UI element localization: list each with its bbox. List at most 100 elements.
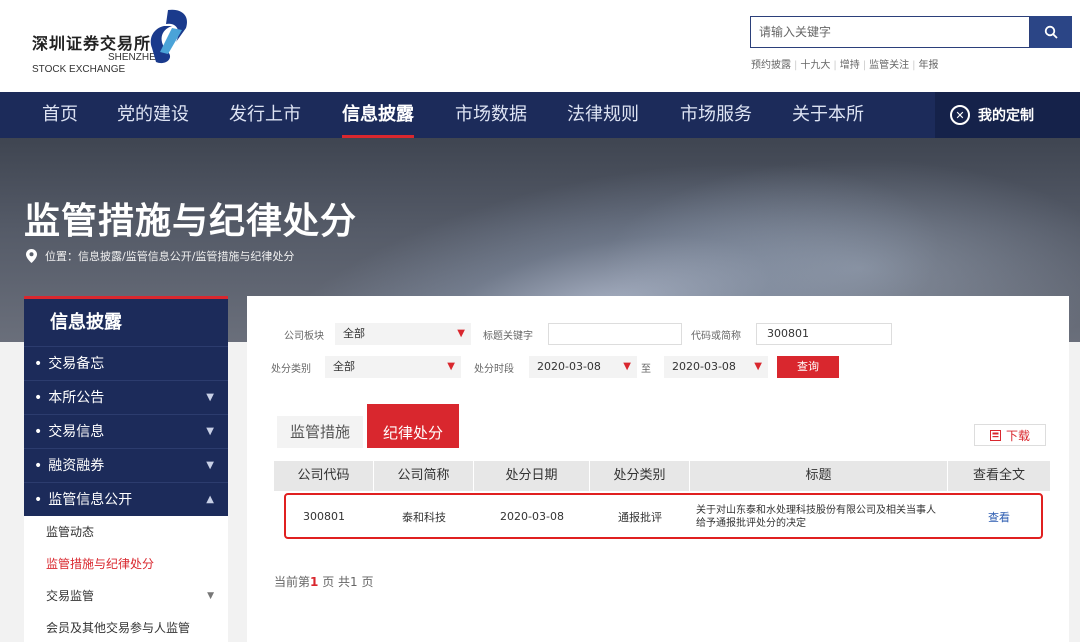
bullet: • [34,492,43,508]
pager-suffix: 页 [361,575,374,589]
nav-item-services[interactable]: 市场服务 [680,92,752,138]
column-header-view: 查看全文 [972,468,1025,483]
divider: | [833,60,837,71]
nav-item-listing[interactable]: 发行上市 [229,92,301,138]
chevron-down-icon: ▼ [206,392,214,403]
date-to-value: 2020-03-08 [672,360,736,373]
dropdown-triangle-icon: ▼ [447,361,455,372]
category-select[interactable]: 全部 ▼ [325,356,461,378]
sidebar-item-announcements[interactable]: • 本所公告 ▼ [24,380,228,414]
quick-link-yuyue[interactable]: 预约披露 [751,60,791,71]
tab-discipline[interactable]: 纪律处分 [367,404,459,448]
keyword-label: 标题关键字 [483,331,533,342]
chevron-down-icon: ▼ [207,591,214,601]
divider: | [862,60,867,71]
quick-link-jianguan[interactable]: 监管关注 [869,60,909,71]
divider: | [794,60,798,71]
download-button[interactable]: 下载 [974,424,1046,446]
date-from-value: 2020-03-08 [537,360,601,373]
pager-total: 1 [350,575,358,589]
szse-logo-mark-icon [150,9,188,64]
cell-category: 通报批评 [618,510,662,524]
sidebar-item-label: 融资融券 [48,458,105,474]
breadcrumb-text[interactable]: 位置：信息披露/监管信息公开/监管措施与纪律处分 [45,248,294,264]
category-select-value: 全部 [333,360,355,373]
sidebar-subitem-member-supervision[interactable]: 会员及其他交易参与人监管 [24,612,228,642]
sidebar-item-label: 本所公告 [48,390,105,406]
cell-code: 300801 [303,510,345,523]
sidebar-item-label: 交易备忘 [48,356,105,372]
site-header: 深圳证券交易所 SHENZHEN STOCK EXCHANGE 预约披露|十九大… [0,0,1080,92]
table-row: 300801 泰和科技 2020-03-08 通报批评 关于对山东泰和水处理科技… [274,495,1050,538]
board-label: 公司板块 [284,331,324,342]
query-button[interactable]: 查询 [777,356,839,378]
quick-link-nianbao[interactable]: 年报 [919,60,939,71]
chevron-down-icon: ▼ [206,460,214,471]
page-title: 监管措施与纪律处分 [24,201,358,242]
bullet: • [34,458,43,474]
column-header-code: 公司代码 [274,461,374,491]
table-header: 公司代码 公司简称 处分日期 处分类别 标题 查看全文 [274,461,1050,491]
sidebar-subitem-trading-supervision[interactable]: 交易监管 ▼ [24,580,228,612]
cell-date: 2020-03-08 [500,510,564,523]
nav-item-market-data[interactable]: 市场数据 [455,92,527,138]
sidebar: 信息披露 • 交易备忘 • 本所公告 ▼ • 交易信息 ▼ • 融资融券 ▼ • 监管信息… [24,296,228,642]
date-from-select[interactable]: 2020-03-08 ▼ [529,356,637,378]
download-icon [989,429,1001,441]
pager-mid: 页 共 [322,575,351,589]
keyword-input[interactable] [548,323,682,345]
dropdown-triangle-icon: ▼ [754,361,762,372]
nav-item-disclosure[interactable]: 信息披露 [342,92,414,138]
nav-item-home[interactable]: 首页 [42,92,78,138]
bullet: • [34,390,43,406]
sidebar-item-trading-memo[interactable]: • 交易备忘 [24,346,228,380]
quick-links: 预约披露 | 十九大 | 增持 | 监管关注 | 年报 [751,56,939,71]
bullet: • [34,356,43,372]
to-label: 至 [641,364,651,375]
search-icon [1044,25,1058,39]
download-label: 下载 [1005,428,1030,443]
code-label: 代码或简称 [691,331,741,342]
category-label: 处分类别 [271,364,311,375]
sidebar-item-margin-trading[interactable]: • 融资融券 ▼ [24,448,228,482]
board-select-value: 全部 [343,327,365,340]
chevron-up-icon: ▲ [206,494,214,505]
sidebar-item-label: 交易信息 [48,424,105,440]
quick-link-zengchi[interactable]: 增持 [840,60,860,71]
search-input[interactable] [751,17,1029,47]
view-full-text-link[interactable]: 查看 [948,495,1050,538]
nav-item-about[interactable]: 关于本所 [792,92,864,138]
pager-prefix: 当前第 [274,575,311,589]
column-header-name: 公司简称 [374,461,474,491]
dropdown-triangle-icon: ▼ [457,328,465,339]
site-search [750,16,1030,48]
date-to-select[interactable]: 2020-03-08 ▼ [664,356,768,378]
code-input[interactable]: 300801 [756,323,892,345]
breadcrumb: 位置：信息披露/监管信息公开/监管措施与纪律处分 [26,248,294,264]
board-select[interactable]: 全部 ▼ [335,323,471,345]
sidebar-item-label: 监管信息公开 [48,492,133,508]
sidebar-subitem-regulatory-news[interactable]: 监管动态 [24,516,228,548]
nav-item-rules[interactable]: 法律规则 [567,92,639,138]
column-header-title: 标题 [690,461,948,491]
main-nav: 首页 党的建设 发行上市 信息披露 市场数据 法律规则 市场服务 关于本所 ✕ … [0,92,1080,138]
chevron-down-icon: ▼ [206,426,214,437]
period-label: 处分时段 [474,364,514,375]
sidebar-item-regulatory-info[interactable]: • 监管信息公开 ▲ [24,482,228,516]
my-customization-button[interactable]: ✕ 我的定制 [935,92,1080,138]
tab-measures[interactable]: 监管措施 [277,416,363,448]
quick-link-19th[interactable]: 十九大 [800,60,830,71]
nav-item-party[interactable]: 党的建设 [117,92,189,138]
sidebar-item-trading-info[interactable]: • 交易信息 ▼ [24,414,228,448]
sidebar-subitem-measures-discipline[interactable]: 监管措施与纪律处分 [24,548,228,580]
pager-current: 1 [310,575,319,589]
search-button[interactable] [1030,16,1072,48]
column-header-date: 处分日期 [474,461,590,491]
logo-english-line2: STOCK EXCHANGE [32,64,126,75]
location-pin-icon [26,249,37,263]
divider: | [912,60,916,71]
szse-logo[interactable]: 深圳证券交易所 SHENZHEN STOCK EXCHANGE [32,8,202,78]
cell-title[interactable]: 关于对山东泰和水处理科技股份有限公司及相关当事人给予通报批评处分的决定 [690,495,948,538]
custom-icon: ✕ [950,105,970,125]
my-customization-label: 我的定制 [978,108,1034,124]
